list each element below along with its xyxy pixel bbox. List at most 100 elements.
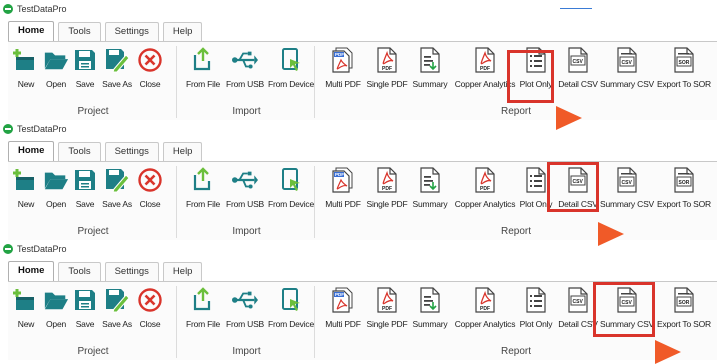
save-as-button[interactable]: Save As — [100, 166, 134, 216]
device-icon — [278, 166, 304, 194]
svg-text:CSV: CSV — [573, 179, 584, 185]
close-button[interactable]: Close — [136, 286, 164, 336]
from-device-button[interactable]: From Device — [266, 286, 316, 336]
close-button[interactable]: Close — [136, 166, 164, 216]
tab-home[interactable]: Home — [8, 261, 55, 281]
new-button[interactable]: New — [12, 166, 40, 216]
detail-csv-button[interactable]: CSV Detail CSV — [556, 46, 600, 96]
single-pdf-button[interactable]: PDF Single PDF — [364, 46, 410, 96]
export-to-sor-button[interactable]: SOR Export To SOR — [654, 286, 714, 336]
divider — [560, 8, 592, 9]
single-pdf-button[interactable]: PDF Single PDF — [364, 286, 410, 336]
open-button[interactable]: Open — [42, 286, 70, 336]
save-button[interactable]: Save — [72, 166, 98, 216]
new-icon — [13, 166, 39, 194]
usb-icon — [232, 46, 258, 74]
plot-only-button[interactable]: Plot Only — [516, 286, 556, 336]
copper-analytics-button[interactable]: PDF Copper Analytics — [454, 286, 516, 336]
close-label: Close — [139, 319, 161, 329]
summary-button[interactable]: Summary — [410, 166, 450, 216]
tab-settings[interactable]: Settings — [104, 262, 159, 281]
save-label: Save — [75, 79, 95, 89]
copper-pdf-icon: PDF — [472, 166, 498, 194]
multi-pdf-label: Multi PDF — [325, 319, 361, 329]
title-bar: TestDataPro — [0, 0, 717, 18]
plot-only-button[interactable]: Plot Only — [516, 166, 556, 216]
summary-csv-button[interactable]: CSV Summary CSV — [600, 286, 654, 336]
detail-csv-button[interactable]: CSV Detail CSV — [556, 166, 600, 216]
export-to-sor-button[interactable]: SOR Export To SOR — [654, 166, 714, 216]
summary-button[interactable]: Summary — [410, 46, 450, 96]
copper-pdf-icon: PDF — [472, 286, 498, 314]
tab-settings[interactable]: Settings — [104, 142, 159, 161]
from-usb-button[interactable]: From USB — [224, 46, 266, 96]
save-button[interactable]: Save — [72, 286, 98, 336]
from-device-button[interactable]: From Device — [266, 46, 316, 96]
from-device-label: From Device — [268, 79, 314, 89]
new-label: New — [17, 79, 35, 89]
save-button[interactable]: Save — [72, 46, 98, 96]
sor-icon: SOR — [671, 166, 697, 194]
copper-analytics-button[interactable]: PDF Copper Analytics — [454, 166, 516, 216]
summary-csv-button[interactable]: CSV Summary CSV — [600, 46, 654, 96]
tab-help[interactable]: Help — [162, 22, 203, 41]
svg-text:CSV: CSV — [573, 59, 584, 65]
svg-text:PDF: PDF — [335, 172, 344, 177]
save-as-button[interactable]: Save As — [100, 286, 134, 336]
tab-tools[interactable]: Tools — [58, 262, 101, 281]
tab-tools[interactable]: Tools — [58, 22, 101, 41]
save-label: Save — [75, 199, 95, 209]
open-button[interactable]: Open — [42, 166, 70, 216]
group-label-project: Project — [77, 106, 109, 117]
tab-help[interactable]: Help — [162, 262, 203, 281]
from-file-button[interactable]: From File — [184, 46, 222, 96]
close-label: Close — [139, 79, 161, 89]
copper-analytics-button[interactable]: PDF Copper Analytics — [454, 46, 516, 96]
from-file-button[interactable]: From File — [184, 166, 222, 216]
tab-settings[interactable]: Settings — [104, 22, 159, 41]
plot-only-label: Plot Only — [519, 79, 553, 89]
tab-home[interactable]: Home — [8, 141, 55, 161]
summary-button[interactable]: Summary — [410, 286, 450, 336]
from-usb-label: From USB — [225, 319, 265, 329]
plot-icon — [523, 46, 549, 74]
close-circle-icon — [137, 166, 163, 194]
from-usb-button[interactable]: From USB — [224, 166, 266, 216]
from-file-button[interactable]: From File — [184, 286, 222, 336]
from-usb-button[interactable]: From USB — [224, 286, 266, 336]
svg-text:CSV: CSV — [622, 60, 633, 66]
tab-tools[interactable]: Tools — [58, 142, 101, 161]
multi-pdf-button[interactable]: PDF Multi PDF — [321, 166, 365, 216]
ribbon-pane-3: TestDataPro Home Tools Settings Help Projec… — [0, 240, 717, 360]
open-label: Open — [46, 79, 66, 89]
plot-only-button[interactable]: Plot Only — [516, 46, 556, 96]
new-button[interactable]: New — [12, 286, 40, 336]
summary-csv-button[interactable]: CSV Summary CSV — [600, 166, 654, 216]
single-pdf-button[interactable]: PDF Single PDF — [364, 166, 410, 216]
save-as-button[interactable]: Save As — [100, 46, 134, 96]
svg-text:SOR: SOR — [679, 60, 690, 66]
from-device-label: From Device — [268, 319, 314, 329]
from-file-label: From File — [185, 79, 221, 89]
folder-open-icon — [43, 166, 69, 194]
pdf-icon: PDF — [374, 166, 400, 194]
open-button[interactable]: Open — [42, 46, 70, 96]
close-button[interactable]: Close — [136, 46, 164, 96]
pdf-icon: PDF — [374, 286, 400, 314]
export-to-sor-button[interactable]: SOR Export To SOR — [654, 46, 714, 96]
multi-pdf-label: Multi PDF — [325, 199, 361, 209]
detail-csv-button[interactable]: CSV Detail CSV — [556, 286, 600, 336]
svg-text:CSV: CSV — [622, 180, 633, 186]
group-label-report: Report — [500, 106, 531, 117]
svg-text:PDF: PDF — [335, 52, 344, 57]
new-button[interactable]: New — [12, 46, 40, 96]
ribbon-toolbar: Project Import Report New Open Save Save… — [8, 281, 717, 360]
group-label-project: Project — [77, 226, 109, 237]
multi-pdf-button[interactable]: PDF Multi PDF — [321, 46, 365, 96]
from-usb-label: From USB — [225, 199, 265, 209]
multi-pdf-button[interactable]: PDF Multi PDF — [321, 286, 365, 336]
tab-home[interactable]: Home — [8, 21, 55, 41]
close-label: Close — [139, 199, 161, 209]
tab-help[interactable]: Help — [162, 142, 203, 161]
from-device-button[interactable]: From Device — [266, 166, 316, 216]
